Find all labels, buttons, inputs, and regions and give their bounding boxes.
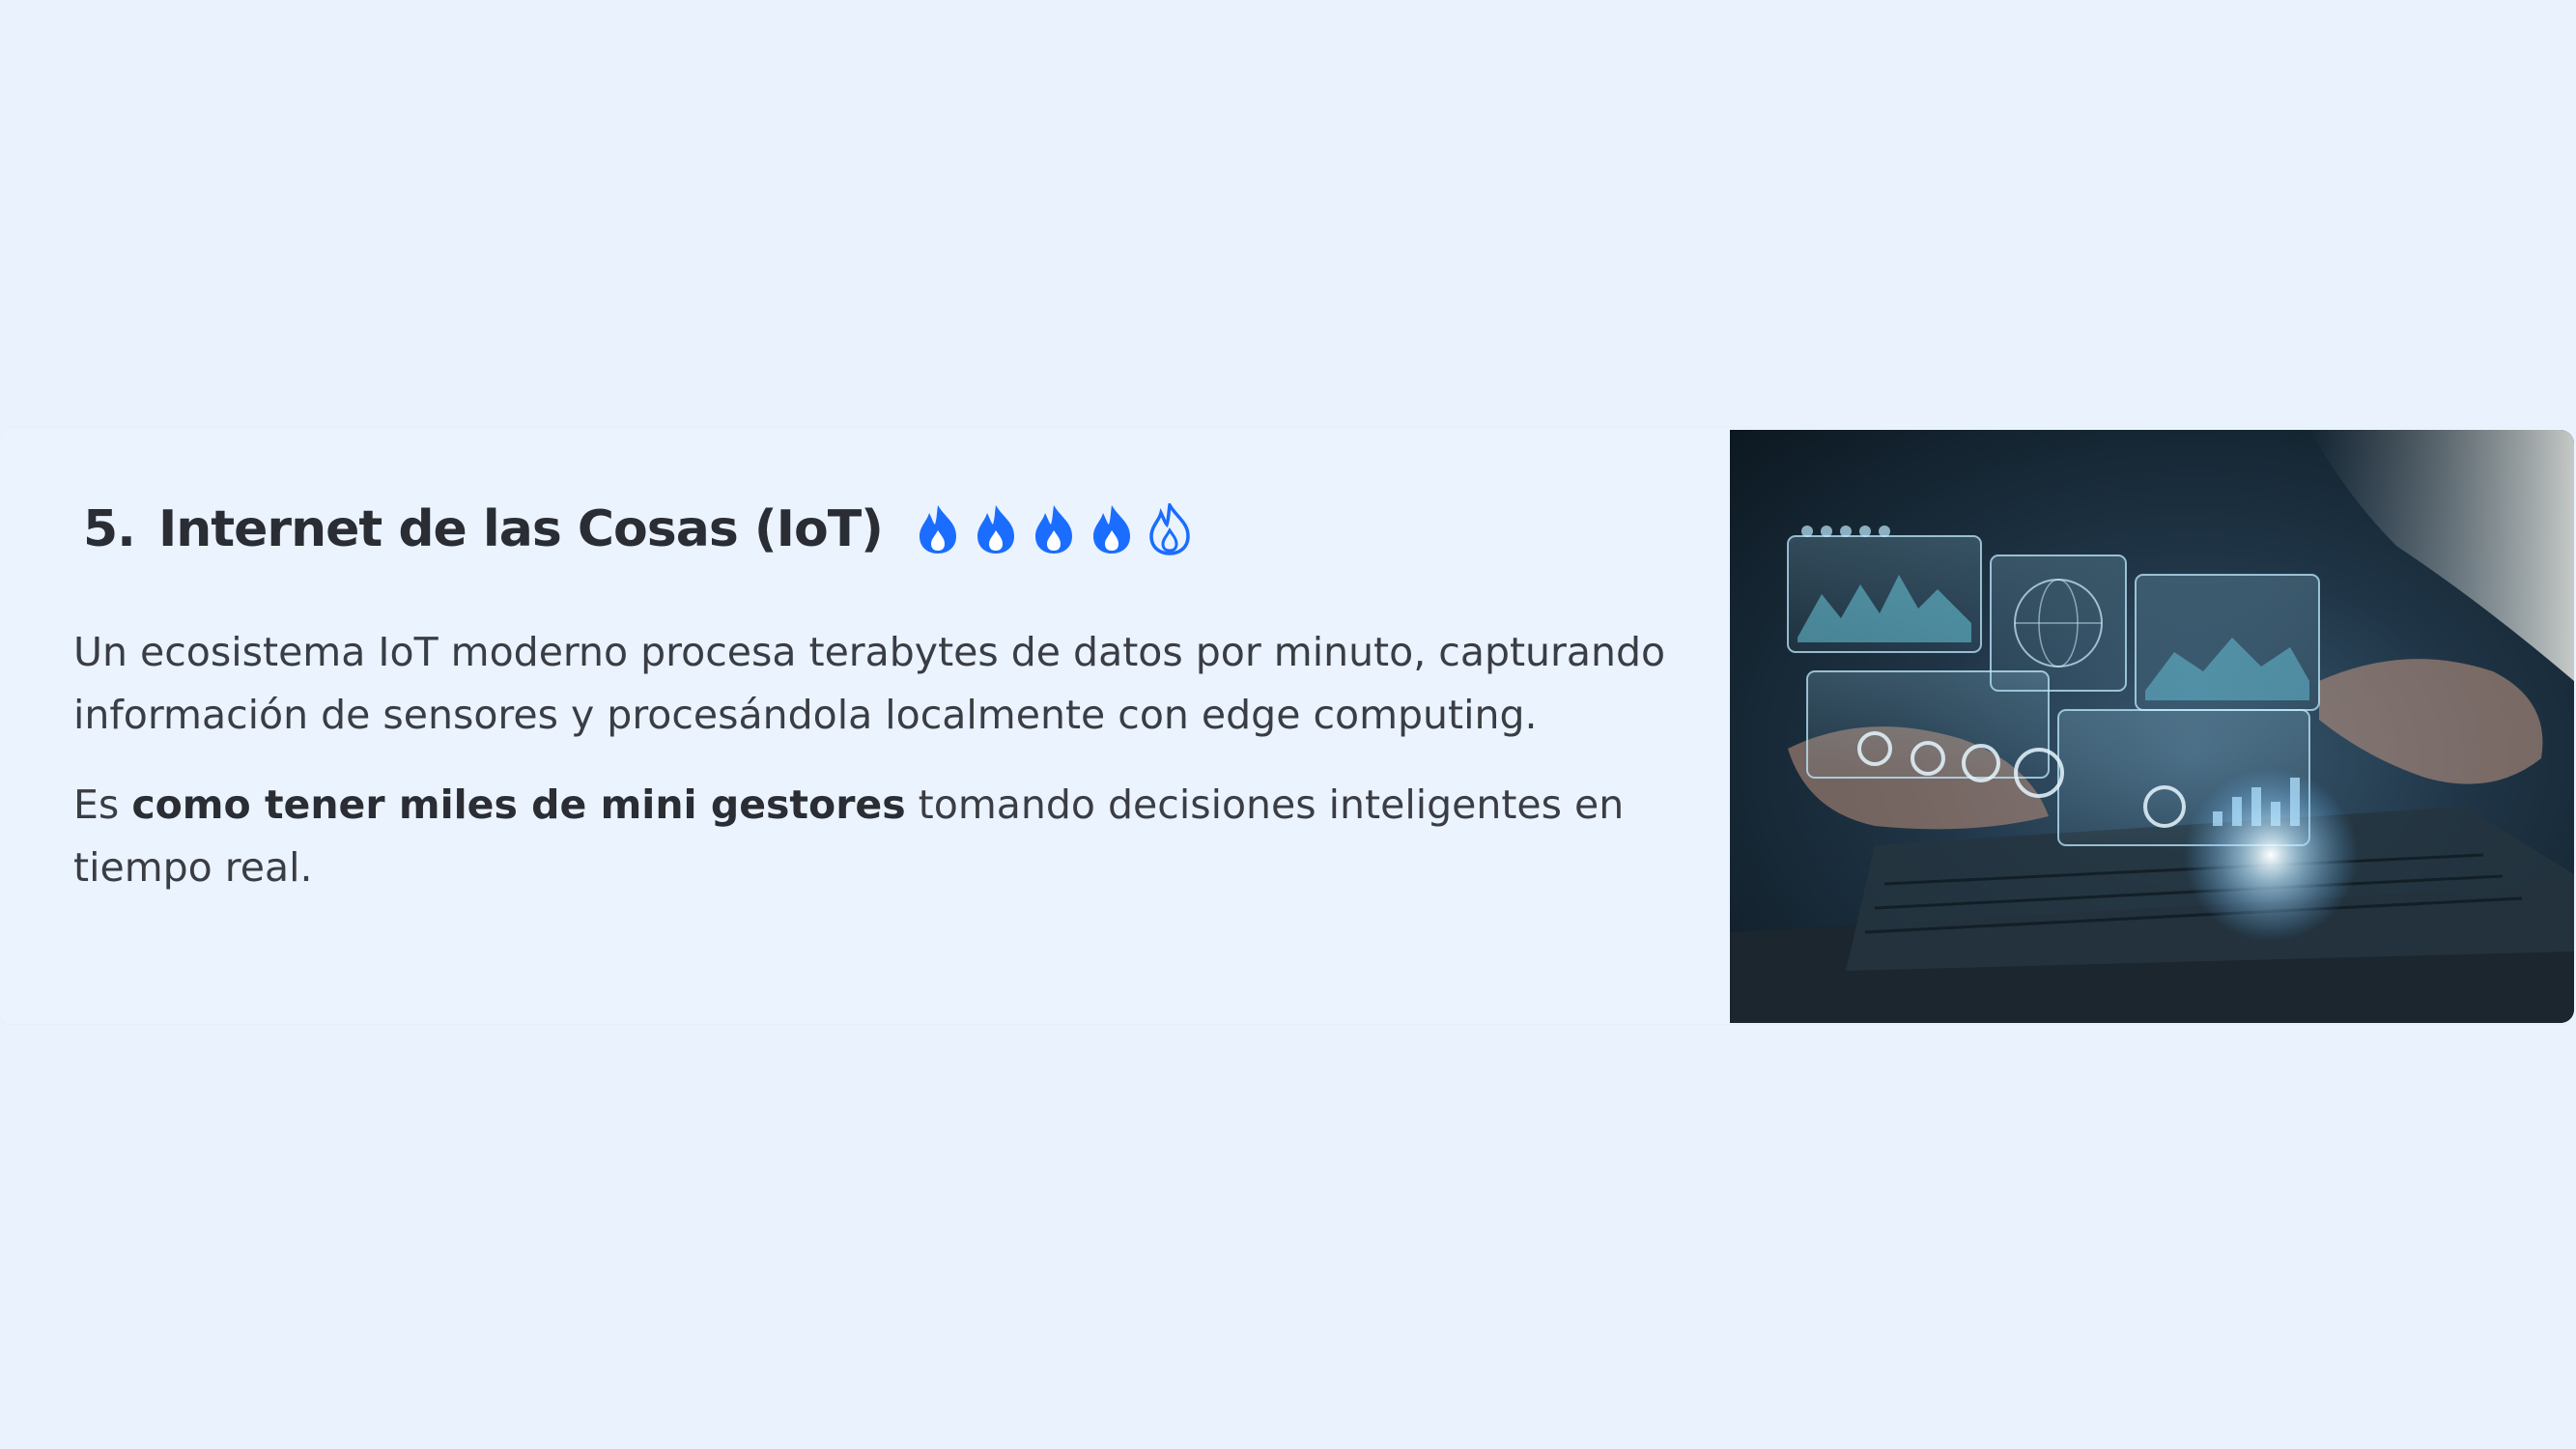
analogy-bold: como tener miles de mini gestores: [131, 781, 906, 828]
paragraph-description: Un ecosistema IoT moderno procesa teraby…: [73, 629, 1666, 738]
flame-icon-empty: [1149, 503, 1190, 555]
paragraph-analogy: Es como tener miles de mini gestores tom…: [73, 774, 1715, 899]
section-heading: 5. Internet de las Cosas (IoT): [83, 491, 1192, 568]
flame-icon-filled: [1092, 505, 1130, 554]
flame-rating: [916, 503, 1192, 555]
flame-icon-filled: [977, 505, 1014, 554]
iot-photo: [1730, 430, 2574, 1023]
flame-icon-filled: [1034, 505, 1072, 554]
flame-icon-filled: [919, 505, 956, 554]
analogy-prefix: Es: [73, 781, 132, 828]
section-number: 5.: [83, 500, 136, 558]
section-title: Internet de las Cosas (IoT): [157, 500, 884, 558]
